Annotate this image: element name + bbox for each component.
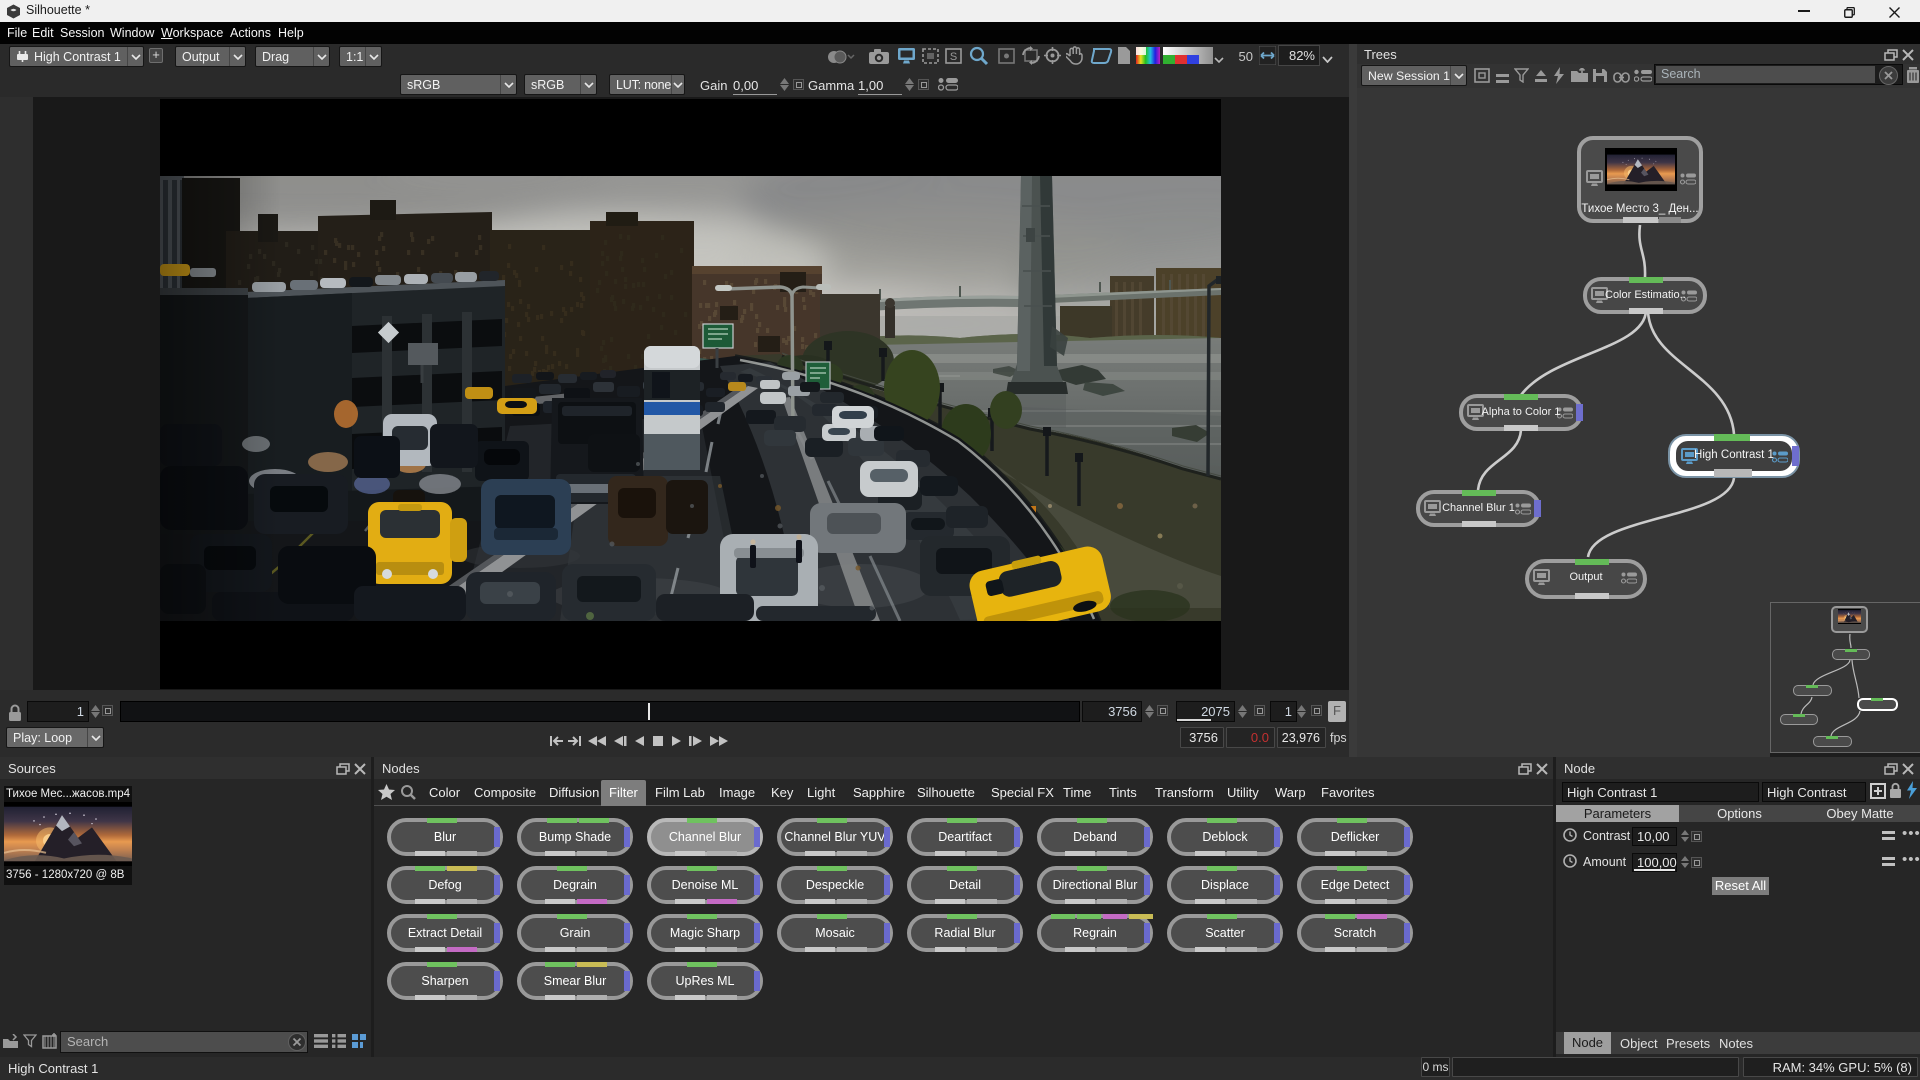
svg-text:S: S bbox=[950, 51, 957, 63]
